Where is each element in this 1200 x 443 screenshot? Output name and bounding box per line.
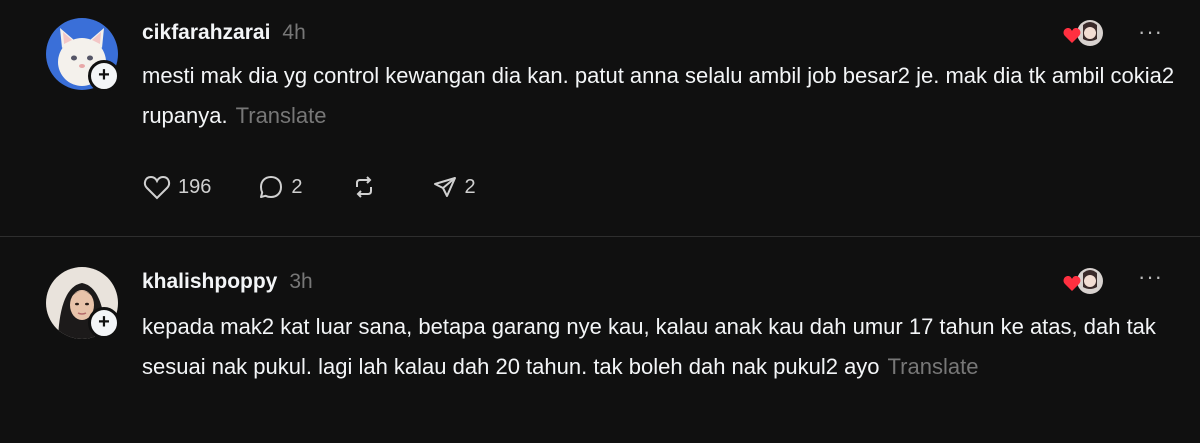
username-link[interactable]: khalishpoppy	[142, 270, 277, 293]
plus-icon: +	[98, 64, 110, 86]
like-button[interactable]: 196	[142, 173, 211, 201]
reply-count: 2	[291, 175, 303, 198]
translate-link[interactable]: Translate	[888, 354, 979, 379]
post-cikfarahzarai[interactable]: + cikfarahzarai 4h ··· mesti mak dia yg c…	[0, 0, 1200, 236]
send-icon	[433, 177, 456, 197]
more-horizontal-icon[interactable]: ···	[1138, 266, 1168, 290]
share-count: 2	[464, 175, 476, 198]
share-button[interactable]: 2	[431, 173, 476, 201]
author-line: khalishpoppy 3h	[142, 270, 313, 294]
red-heart-icon	[1063, 28, 1081, 43]
like-count: 196	[178, 175, 212, 198]
author-line: cikfarahzarai 4h	[142, 21, 306, 45]
heart-icon	[143, 175, 171, 200]
repost-icon	[355, 176, 372, 198]
reply-button[interactable]: 2	[257, 173, 303, 201]
post-body: mesti mak dia yg control kewangan dia ka…	[142, 56, 1182, 136]
translate-link[interactable]: Translate	[236, 103, 327, 128]
liked-by-avatar[interactable]	[1061, 17, 1105, 53]
red-heart-icon	[1063, 276, 1081, 291]
timestamp: 3h	[289, 270, 313, 293]
comment-icon	[260, 176, 283, 198]
timestamp: 4h	[282, 21, 306, 44]
repost-button[interactable]	[349, 173, 385, 201]
post-khalishpoppy[interactable]: + khalishpoppy 3h ··· kepada mak2 kat lua…	[0, 237, 1200, 443]
more-horizontal-icon[interactable]: ···	[1138, 21, 1168, 45]
follow-button[interactable]: +	[88, 60, 120, 92]
post-text: kepada mak2 kat luar sana, betapa garang…	[142, 314, 1156, 379]
plus-icon: +	[98, 311, 110, 333]
liked-by-avatar[interactable]	[1061, 265, 1105, 301]
action-bar: 196 2 2	[142, 170, 522, 204]
username-link[interactable]: cikfarahzarai	[142, 21, 270, 44]
follow-button[interactable]: +	[88, 307, 120, 339]
post-body: kepada mak2 kat luar sana, betapa garang…	[142, 307, 1182, 387]
